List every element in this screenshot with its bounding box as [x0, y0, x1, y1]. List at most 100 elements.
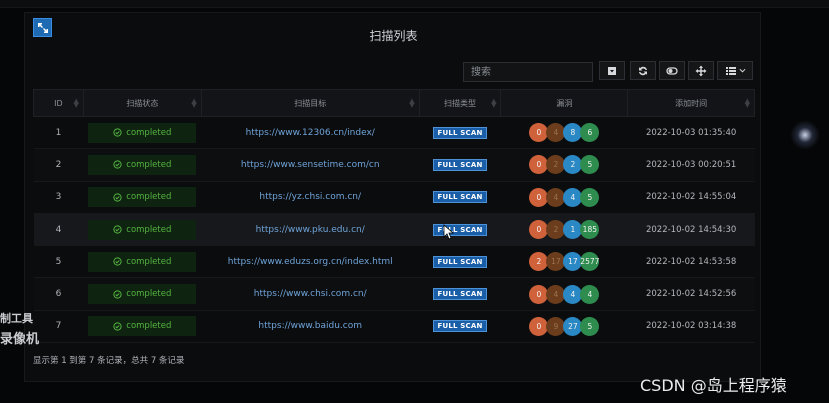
- cell-type: FULL SCAN: [419, 180, 501, 214]
- cell-id: 7: [33, 309, 84, 344]
- table-row[interactable]: 7 completed https://www.baidu.com FULL SCAN…: [33, 309, 755, 344]
- cell-target: https://yz.chsi.com.cn/: [201, 180, 420, 214]
- scan-type-badge: FULL SCAN: [433, 223, 487, 236]
- scan-type-badge: FULL SCAN: [433, 126, 487, 139]
- scan-table: ID ▲ ▼ 扫描状态 ▲ ▼ 扫描目标 ▲ ▼ 扫描类型 ▲ ▼ 漏洞 添加时间 ▲ ▼ 1 com…: [33, 89, 755, 344]
- check-circle-icon: [113, 322, 122, 331]
- top-strip: [0, 0, 829, 8]
- vuln-counts: 2 17 17 2577: [529, 252, 599, 272]
- cell-id: 1: [33, 115, 84, 150]
- cell-vulns: 2 17 17 2577: [500, 245, 628, 279]
- search-input[interactable]: [463, 62, 593, 82]
- cell-id: 6: [33, 277, 84, 311]
- cell-type: FULL SCAN: [419, 115, 501, 150]
- cell-vulns: 0486: [500, 115, 628, 150]
- column-header-status[interactable]: 扫描状态 ▲ ▼: [82, 89, 202, 117]
- cell-id: 2: [33, 148, 84, 182]
- target-link[interactable]: https://www.eduzs.org.cn/index.html: [228, 257, 393, 267]
- target-link[interactable]: https://yz.chsi.com.cn/: [259, 192, 361, 202]
- vuln-counts: 0225: [529, 155, 600, 175]
- scan-type-badge: FULL SCAN: [433, 255, 487, 268]
- status-text: completed: [126, 192, 172, 203]
- column-header-id[interactable]: ID ▲ ▼: [33, 89, 84, 117]
- column-header-vulns[interactable]: 漏洞: [500, 89, 629, 117]
- cell-id: 4: [33, 212, 84, 247]
- vuln-count-low[interactable]: 5: [580, 187, 600, 207]
- toggle-view-button[interactable]: [659, 61, 685, 80]
- target-link[interactable]: https://www.chsi.com.cn/: [254, 289, 367, 299]
- cell-status: completed: [83, 277, 202, 311]
- vuln-count-low[interactable]: 5: [580, 155, 600, 175]
- watermark-csdn: CSDN @岛上程序猿: [640, 376, 787, 395]
- check-circle-icon: [113, 225, 122, 234]
- status-text: completed: [126, 321, 172, 332]
- check-circle-icon: [113, 193, 122, 202]
- target-link[interactable]: https://www.sensetime.com/cn: [241, 160, 380, 170]
- status-badge: completed: [88, 284, 197, 305]
- vuln-counts: 0 9 27 5: [529, 316, 600, 336]
- cell-target: https://www.chsi.com.cn/: [201, 277, 420, 311]
- table-row[interactable]: 1 completed https://www.12306.cn/index/FUL…: [33, 115, 755, 150]
- status-badge: completed: [88, 187, 197, 208]
- cell-status: completed: [83, 180, 202, 214]
- status-badge: completed: [88, 154, 197, 175]
- target-link[interactable]: https://www.pku.edu.cn/: [256, 225, 365, 235]
- cell-type: FULL SCAN: [419, 148, 501, 182]
- column-header-time[interactable]: 添加时间 ▲ ▼: [627, 89, 755, 117]
- cell-target: https://www.eduzs.org.cn/index.html: [201, 245, 420, 279]
- cell-target: https://www.baidu.com: [201, 309, 420, 344]
- cell-time: 2022-10-02 14:52:56: [627, 277, 755, 311]
- vuln-counts: 0444: [529, 284, 600, 304]
- cell-status: completed: [83, 148, 202, 182]
- background-glow: [790, 120, 820, 150]
- cell-type: FULL SCAN: [419, 245, 501, 279]
- target-link[interactable]: https://www.12306.cn/index/: [246, 128, 375, 138]
- vuln-count-low[interactable]: 4: [580, 284, 600, 304]
- columns-dropdown-button[interactable]: [717, 61, 753, 80]
- status-text: completed: [126, 256, 172, 267]
- added-time: 2022-10-02 14:53:58: [645, 256, 737, 267]
- table-row[interactable]: 2 completed https://www.sensetime.com/cn FU…: [33, 148, 755, 182]
- target-link[interactable]: https://www.baidu.com: [258, 321, 362, 331]
- column-header-type[interactable]: 扫描类型 ▲ ▼: [418, 89, 502, 117]
- watermark-left-line2: 录像机: [0, 332, 40, 347]
- cell-status: completed: [83, 212, 202, 247]
- table-header-row: ID ▲ ▼ 扫描状态 ▲ ▼ 扫描目标 ▲ ▼ 扫描类型 ▲ ▼ 漏洞 添加时间 ▲ ▼: [33, 89, 755, 117]
- cell-type: FULL SCAN: [419, 309, 501, 344]
- table-row[interactable]: 4 completed https://www.pku.edu.cn/FULL SC…: [33, 212, 755, 247]
- refresh-icon: [639, 66, 647, 75]
- cell-status: completed: [83, 245, 202, 279]
- fullscreen-button[interactable]: [688, 61, 714, 80]
- cell-time: 2022-10-02 14:53:58: [627, 245, 755, 279]
- check-circle-icon: [113, 290, 122, 299]
- cell-time: 2022-10-02 14:55:04: [627, 180, 755, 214]
- vuln-count-low[interactable]: 6: [580, 123, 600, 143]
- scan-type-badge: FULL SCAN: [433, 191, 487, 204]
- added-time: 2022-10-02 14:55:04: [645, 192, 737, 203]
- cell-target: https://www.sensetime.com/cn: [201, 148, 420, 182]
- cell-target: https://www.pku.edu.cn/: [201, 212, 420, 247]
- export-dropdown-button[interactable]: [599, 61, 625, 80]
- vuln-counts: 0445: [529, 187, 600, 207]
- cell-time: 2022-10-02 14:54:30: [627, 212, 755, 247]
- check-circle-icon: [113, 128, 122, 137]
- cell-target: https://www.12306.cn/index/: [201, 115, 420, 150]
- cell-type: FULL SCAN: [419, 277, 501, 311]
- toggle-icon: [666, 66, 678, 75]
- refresh-button[interactable]: [630, 61, 656, 80]
- page-title: 扫描列表: [369, 29, 418, 43]
- cell-type: FULL SCAN: [419, 212, 501, 247]
- status-badge: completed: [88, 251, 197, 272]
- table-row[interactable]: 6 completed https://www.chsi.com.cn/FULL S…: [33, 277, 755, 311]
- vuln-count-low[interactable]: 5: [580, 316, 600, 336]
- scan-type-badge: FULL SCAN: [433, 320, 487, 333]
- table-row[interactable]: 5 completed https://www.eduzs.org.cn/index…: [33, 245, 755, 279]
- cell-vulns: 0445: [500, 180, 628, 214]
- chevron-down-icon: [739, 68, 745, 73]
- status-text: completed: [126, 224, 172, 235]
- table-row[interactable]: 3 completed https://yz.chsi.com.cn/FULL SC…: [33, 180, 755, 214]
- vuln-count-low[interactable]: 2577: [580, 252, 599, 272]
- move-icon: [695, 65, 707, 76]
- vuln-count-low[interactable]: 185: [580, 220, 600, 240]
- column-header-target[interactable]: 扫描目标 ▲ ▼: [200, 89, 420, 117]
